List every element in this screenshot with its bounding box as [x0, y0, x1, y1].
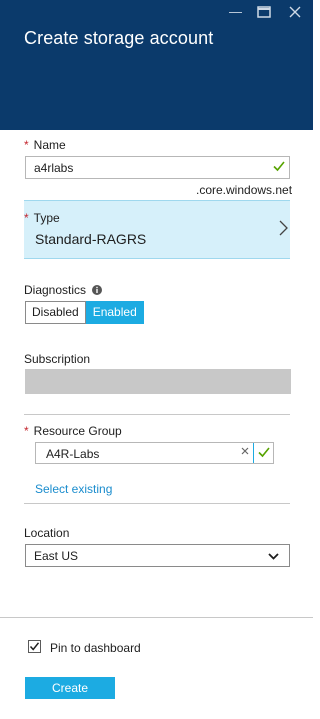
- resource-group-label: Resource Group: [33, 424, 122, 438]
- divider: [24, 414, 290, 415]
- diagnostics-enabled-option[interactable]: Enabled: [85, 301, 144, 324]
- location-label: Location: [24, 526, 70, 540]
- create-button[interactable]: Create: [25, 677, 115, 699]
- resource-group-label-row: * Resource Group: [24, 424, 122, 438]
- close-icon[interactable]: [289, 6, 301, 21]
- info-icon[interactable]: [92, 284, 103, 298]
- divider: [24, 503, 290, 504]
- select-existing-link[interactable]: Select existing: [35, 482, 112, 496]
- maximize-icon[interactable]: [257, 6, 271, 21]
- type-value: Standard-RAGRS: [35, 231, 147, 247]
- chevron-down-icon: [268, 549, 279, 563]
- subscription-field[interactable]: [25, 369, 291, 394]
- name-input[interactable]: a4rlabs: [25, 156, 290, 179]
- blade-title: Create storage account: [24, 28, 214, 48]
- blade-header: — Create storage account: [0, 0, 313, 130]
- required-marker: *: [24, 138, 29, 152]
- divider: [253, 443, 254, 463]
- resource-group-input[interactable]: A4R-Labs: [35, 442, 274, 464]
- diagnostics-toggle: Disabled Enabled: [25, 301, 144, 324]
- subscription-label: Subscription: [24, 352, 91, 366]
- type-label-row: * Type: [24, 211, 60, 225]
- diagnostics-label: Diagnostics: [24, 283, 87, 297]
- required-marker: *: [24, 424, 29, 438]
- name-label: Name: [33, 138, 66, 152]
- name-domain-suffix: .core.windows.net: [196, 183, 293, 197]
- clear-icon[interactable]: [241, 446, 249, 458]
- type-selector[interactable]: * Type Standard-RAGRS: [24, 200, 290, 259]
- required-marker: *: [24, 211, 29, 225]
- checkmark-icon: [258, 446, 270, 461]
- pin-to-dashboard-checkbox[interactable]: [28, 640, 41, 653]
- chevron-right-icon: [279, 220, 288, 241]
- diagnostics-label-row: Diagnostics: [24, 283, 103, 298]
- name-label-row: * Name: [24, 138, 66, 152]
- diagnostics-disabled-option[interactable]: Disabled: [25, 301, 86, 324]
- checkmark-icon: [273, 160, 285, 175]
- footer-divider: [0, 617, 313, 618]
- resource-group-input-value: A4R-Labs: [46, 447, 100, 461]
- location-value: East US: [34, 549, 79, 563]
- pin-to-dashboard-label: Pin to dashboard: [50, 641, 141, 655]
- minimize-icon[interactable]: —: [229, 5, 242, 19]
- location-select[interactable]: East US: [25, 544, 290, 567]
- name-input-value: a4rlabs: [34, 161, 74, 175]
- type-label: Type: [33, 211, 60, 225]
